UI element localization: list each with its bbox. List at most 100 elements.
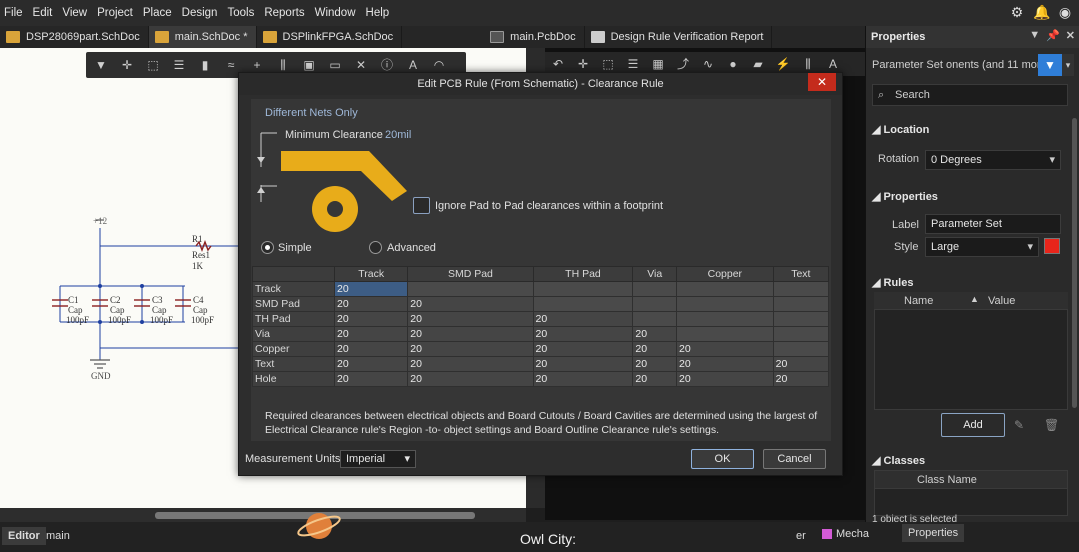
clearance-cell[interactable]: 20 xyxy=(632,341,677,357)
style-select[interactable]: Large xyxy=(925,237,1039,257)
classes-list[interactable]: Class Name xyxy=(874,470,1068,516)
wire-icon[interactable]: ≈ xyxy=(222,57,240,73)
clearance-cell[interactable]: 20 xyxy=(772,356,830,372)
power-port-icon[interactable]: + xyxy=(248,57,266,73)
info-icon[interactable]: ⓘ xyxy=(378,57,396,73)
menu-design[interactable]: Design xyxy=(182,7,218,19)
align-icon[interactable]: ☰ xyxy=(170,57,188,73)
text-icon[interactable]: A xyxy=(824,56,842,72)
menu-view[interactable]: View xyxy=(62,7,87,19)
diff-pair-icon[interactable]: ∿ xyxy=(699,56,717,72)
clearance-cell[interactable]: 20 xyxy=(333,281,409,297)
route-icon[interactable]: ⤴ xyxy=(674,56,692,72)
clearance-cell[interactable]: 20 xyxy=(333,356,409,372)
move-icon[interactable]: ✛ xyxy=(574,56,592,72)
clearance-cell[interactable]: 20 xyxy=(532,341,634,357)
style-color-swatch[interactable] xyxy=(1044,238,1060,254)
rotation-select[interactable]: 0 Degrees xyxy=(925,150,1061,170)
clearance-cell[interactable]: 20 xyxy=(407,311,534,327)
clearance-cell[interactable]: 20 xyxy=(532,371,634,387)
select-area-icon[interactable]: ⬚ xyxy=(599,56,617,72)
clearance-cell[interactable]: 20 xyxy=(407,371,534,387)
clearance-cell[interactable]: 20 xyxy=(333,341,409,357)
advanced-radio[interactable] xyxy=(369,241,382,254)
tab-dsplinkfpga[interactable]: DSPlinkFPGA.SchDoc xyxy=(257,26,403,48)
clearance-cell[interactable]: 20 xyxy=(772,371,830,387)
search-input[interactable]: ⌕ Search xyxy=(872,84,1068,106)
undo-icon[interactable]: ↶ xyxy=(549,56,567,72)
clearance-cell[interactable]: 20 xyxy=(407,326,534,342)
measurement-units-select[interactable]: Imperial xyxy=(340,450,416,468)
main-tab[interactable]: main xyxy=(40,527,76,545)
add-rule-button[interactable]: Add xyxy=(941,413,1005,437)
tab-main-schdoc[interactable]: main.SchDoc * xyxy=(148,26,257,48)
menu-edit[interactable]: Edit xyxy=(33,7,53,19)
menu-project[interactable]: Project xyxy=(97,7,133,19)
properties-bottom-tab[interactable]: Properties xyxy=(902,524,965,542)
trash-icon[interactable]: 🗑 xyxy=(1044,418,1059,432)
bell-icon[interactable]: 🔔 xyxy=(1033,4,1050,20)
clearance-cell[interactable]: 20 xyxy=(407,341,534,357)
ignore-pad-checkbox[interactable] xyxy=(413,197,430,214)
filter-icon[interactable]: ▼ xyxy=(92,57,110,73)
clearance-cell[interactable]: 20 xyxy=(532,326,634,342)
align-icon[interactable]: ☰ xyxy=(624,56,642,72)
gear-icon[interactable]: ⚙ xyxy=(1009,4,1025,20)
clearance-cell[interactable]: 20 xyxy=(676,341,774,357)
close-button[interactable]: ✕ xyxy=(808,73,836,91)
properties-section[interactable]: ◢ Properties xyxy=(872,190,938,203)
clearance-cell[interactable]: 20 xyxy=(333,296,409,312)
bus-icon[interactable]: ⫼ xyxy=(274,57,292,73)
layer-tab-partial[interactable]: er xyxy=(790,527,812,545)
tab-main-pcbdoc[interactable]: main.PcbDoc xyxy=(484,26,585,48)
menu-file[interactable]: File xyxy=(4,7,23,19)
sheet-symbol-icon[interactable]: ▣ xyxy=(300,57,318,73)
label-input[interactable]: Parameter Set xyxy=(925,214,1061,234)
panel-scrollbar[interactable] xyxy=(1072,118,1077,408)
text-icon[interactable]: A xyxy=(404,57,422,73)
arc-icon[interactable]: ◠ xyxy=(430,57,448,73)
directive-icon[interactable]: ✕ xyxy=(352,57,370,73)
edit-icon[interactable]: ✎ xyxy=(1014,418,1024,432)
rules-col-name[interactable]: Name xyxy=(904,295,933,307)
polygon-icon[interactable]: ▰ xyxy=(749,56,767,72)
filter-dropdown[interactable]: ▾ xyxy=(1062,54,1074,76)
ok-button[interactable]: OK xyxy=(691,449,754,469)
clearance-cell[interactable]: 20 xyxy=(532,356,634,372)
schematic-horizontal-scrollbar[interactable] xyxy=(0,508,526,522)
part-icon[interactable]: ▮ xyxy=(196,57,214,73)
cancel-button[interactable]: Cancel xyxy=(763,449,826,469)
move-icon[interactable]: ✛ xyxy=(118,57,136,73)
menu-place[interactable]: Place xyxy=(143,7,172,19)
clearance-cell[interactable]: 20 xyxy=(676,356,774,372)
drc-icon[interactable]: ⚡ xyxy=(774,56,792,72)
user-icon[interactable]: ◉ xyxy=(1057,4,1073,20)
menu-tools[interactable]: Tools xyxy=(227,7,254,19)
tab-dsp28069part[interactable]: DSP28069part.SchDoc xyxy=(0,26,149,48)
location-section[interactable]: ◢ Location xyxy=(872,123,929,136)
menu-reports[interactable]: Reports xyxy=(264,7,304,19)
classes-section[interactable]: ◢ Classes xyxy=(872,454,925,467)
via-icon[interactable]: ● xyxy=(724,56,742,72)
close-icon[interactable]: ✕ xyxy=(1066,29,1075,42)
clearance-cell[interactable]: 20 xyxy=(333,311,409,327)
classes-col-name[interactable]: Class Name xyxy=(917,474,977,486)
select-area-icon[interactable]: ⬚ xyxy=(144,57,162,73)
filter-button[interactable]: ▼ xyxy=(1038,54,1062,76)
clearance-cell[interactable]: 20 xyxy=(632,371,677,387)
clearance-cell[interactable]: 20 xyxy=(532,311,634,327)
menu-window[interactable]: Window xyxy=(315,7,356,19)
string-icon[interactable]: ⫼ xyxy=(799,56,817,72)
clearance-cell[interactable]: 20 xyxy=(407,356,534,372)
clearance-cell[interactable]: 20 xyxy=(407,296,534,312)
clearance-cell[interactable]: 20 xyxy=(333,326,409,342)
pin-icon[interactable]: 📌 xyxy=(1046,29,1060,42)
rules-col-value[interactable]: Value xyxy=(988,295,1015,307)
clearance-cell[interactable]: 20 xyxy=(632,356,677,372)
clearance-cell[interactable]: 20 xyxy=(676,371,774,387)
tab-drc-report[interactable]: Design Rule Verification Report xyxy=(585,26,773,48)
port-icon[interactable]: ▭ xyxy=(326,57,344,73)
simple-radio[interactable] xyxy=(261,241,274,254)
clearance-cell[interactable]: 20 xyxy=(632,326,677,342)
mechanical-layer-tab[interactable]: Mecha xyxy=(822,528,869,540)
